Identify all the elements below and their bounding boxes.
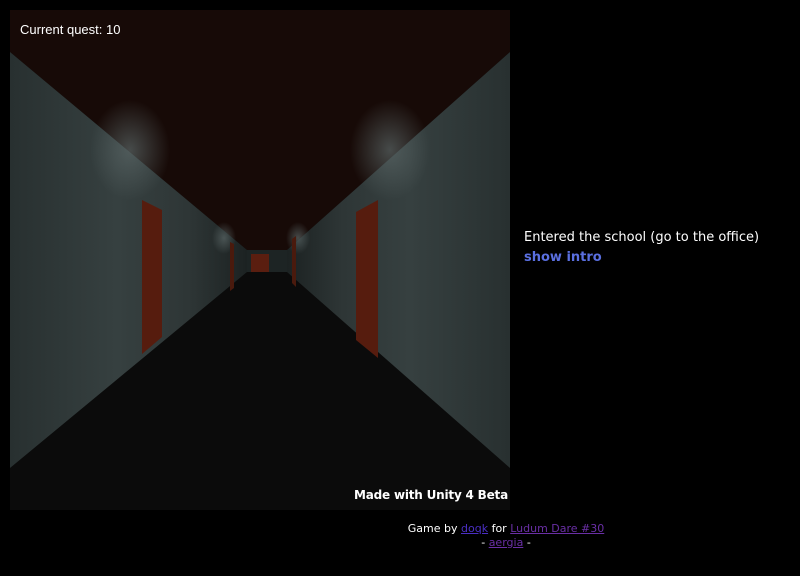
game-by-text: Game by (407, 522, 458, 535)
door-right-near (356, 200, 378, 358)
author-link[interactable]: doqk (461, 522, 488, 535)
game-page: Current quest: 10 Made with Unity 4 Beta… (0, 0, 800, 576)
door-left-near (142, 200, 162, 354)
wall-light-right (350, 100, 430, 200)
team-line: - aergia - (300, 536, 712, 550)
corridor-scene (10, 10, 510, 510)
dash-right: - (526, 536, 531, 549)
show-intro-link[interactable]: show intro (524, 250, 602, 265)
wall-light-right-far (286, 222, 310, 254)
footer-credits: Game by doqk for Ludum Dare #30 - aergia… (300, 522, 712, 550)
current-quest-label: Current quest: 10 (20, 22, 121, 37)
end-door (251, 254, 269, 272)
team-link[interactable]: aergia (489, 536, 524, 549)
door-right-far (292, 236, 296, 287)
game-viewport[interactable]: Current quest: 10 Made with Unity 4 Beta (10, 10, 510, 510)
quest-status-text: Entered the school (go to the office) (524, 230, 760, 245)
unity-badge: Made with Unity 4 Beta (354, 488, 508, 502)
wall-light-left (90, 100, 170, 200)
credits-line: Game by doqk for Ludum Dare #30 (300, 522, 712, 536)
for-text: for (491, 522, 507, 535)
ludum-dare-link[interactable]: Ludum Dare #30 (510, 522, 604, 535)
dash-left: - (481, 536, 486, 549)
door-left-far (230, 242, 234, 291)
quest-panel: Entered the school (go to the office) sh… (524, 229, 794, 265)
